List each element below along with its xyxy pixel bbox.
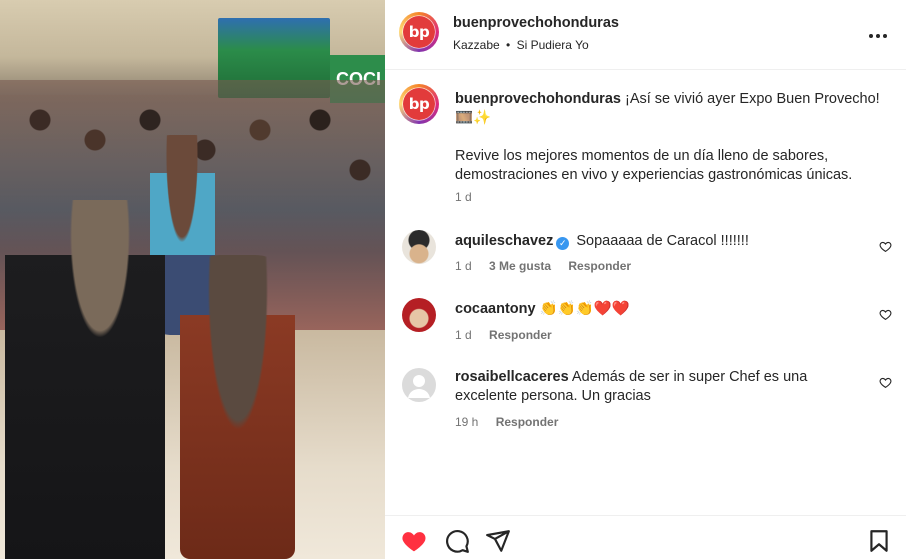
- person-dancing-left: [5, 200, 165, 559]
- heart-outline-icon[interactable]: [879, 240, 892, 253]
- avatar[interactable]: bp: [399, 12, 439, 52]
- avatar[interactable]: bp: [399, 84, 439, 124]
- comment-text: rosaibellcaceres Además de ser in super …: [455, 368, 865, 406]
- post-action-bar: [385, 515, 906, 559]
- caption-body: Revive los mejores momentos de un día ll…: [455, 148, 853, 183]
- comment-username[interactable]: cocaantony: [455, 301, 536, 317]
- post-author-username[interactable]: buenprovechohonduras: [453, 15, 619, 31]
- person-dancing-right: [180, 255, 295, 559]
- comment-likes[interactable]: 3 Me gusta: [489, 259, 551, 273]
- comment-timestamp: 1 d: [455, 259, 472, 273]
- comment-text: aquileschavez ✓ Sopaaaaa de Caracol !!!!!…: [455, 232, 865, 251]
- comment-meta: 1 d 3 Me gusta Responder: [455, 259, 645, 273]
- comment-icon[interactable]: [444, 528, 470, 554]
- caption-timestamp: 1 d: [455, 190, 472, 204]
- send-icon[interactable]: [485, 528, 511, 554]
- brand-logo: bp: [403, 16, 435, 48]
- heart-filled-icon[interactable]: [401, 528, 427, 554]
- audio-track[interactable]: Kazzabe • Si Pudiera Yo: [453, 38, 589, 52]
- caption-text: buenprovechohonduras ¡Así se vivió ayer …: [455, 90, 885, 128]
- more-options-icon[interactable]: [868, 22, 888, 45]
- comment-username[interactable]: rosaibellcaceres: [455, 369, 569, 385]
- avatar[interactable]: [402, 298, 436, 332]
- caption-username[interactable]: buenprovechohonduras: [455, 91, 621, 107]
- comment-text: cocaantony 👏👏👏❤️❤️: [455, 300, 865, 319]
- brand-logo: bp: [403, 88, 435, 120]
- post-header: bp buenprovechohonduras Kazzabe • Si Pud…: [385, 0, 906, 70]
- reply-button[interactable]: Responder: [496, 415, 559, 429]
- audio-artist: Kazzabe: [453, 38, 500, 52]
- heart-outline-icon[interactable]: [879, 376, 892, 389]
- avatar-default-icon[interactable]: [402, 368, 436, 402]
- reply-button[interactable]: Responder: [489, 328, 552, 342]
- avatar[interactable]: [402, 230, 436, 264]
- post-video[interactable]: COCI: [0, 0, 385, 559]
- reply-button[interactable]: Responder: [568, 259, 631, 273]
- comment-timestamp: 1 d: [455, 328, 472, 342]
- audio-title: Si Pudiera Yo: [516, 38, 589, 52]
- heart-outline-icon[interactable]: [879, 308, 892, 321]
- audio-separator: •: [506, 38, 511, 52]
- comment-meta: 1 d Responder: [455, 328, 566, 342]
- comment-body: 👏👏👏❤️❤️: [539, 301, 630, 317]
- comment-username[interactable]: aquileschavez: [455, 233, 553, 249]
- post-details-panel: bp buenprovechohonduras Kazzabe • Si Pud…: [385, 0, 906, 559]
- comment-timestamp: 19 h: [455, 415, 479, 429]
- verified-badge-icon: ✓: [556, 237, 570, 250]
- bookmark-icon[interactable]: [866, 528, 892, 554]
- comment-body: Sopaaaaa de Caracol !!!!!!!: [576, 233, 749, 249]
- comment-meta: 19 h Responder: [455, 415, 572, 429]
